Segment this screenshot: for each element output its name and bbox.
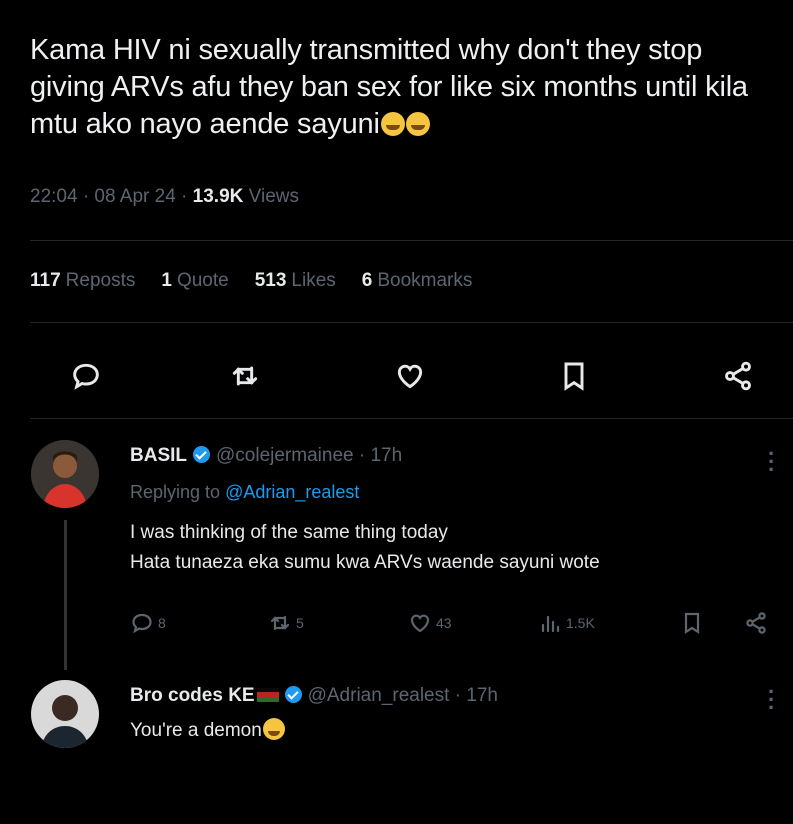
reply-button[interactable] xyxy=(66,356,106,396)
thread-line xyxy=(64,520,67,670)
reply-icon xyxy=(132,613,152,634)
kenya-flag-icon xyxy=(256,688,279,702)
replying-to-handle[interactable]: @Adrian_realest xyxy=(225,482,359,502)
avatar[interactable] xyxy=(31,680,99,748)
reply-count: 8 xyxy=(158,615,166,631)
reply-icon xyxy=(73,363,99,390)
avatar-basil-icon xyxy=(31,440,99,508)
divider xyxy=(30,240,793,241)
bookmarks-stat[interactable]: 6 Bookmarks xyxy=(362,270,473,292)
tweet-action-bar xyxy=(66,356,766,396)
heart-icon xyxy=(410,614,430,633)
repost-count: 5 xyxy=(296,615,304,631)
share-icon xyxy=(725,361,751,391)
more-options-button[interactable]: · · · xyxy=(768,681,775,719)
tweet-timestamp: 22:04 · 08 Apr 24 · xyxy=(30,186,193,207)
repost-icon xyxy=(232,366,258,386)
divider xyxy=(30,322,793,323)
repost-button[interactable]: 5 xyxy=(268,606,304,640)
tweet-views-count: 13.9K xyxy=(192,186,244,207)
reply-text: I was thinking of the same thing today H… xyxy=(130,518,600,578)
grimace-emoji-icon xyxy=(262,718,285,740)
share-button[interactable] xyxy=(718,356,758,396)
bookmark-button[interactable] xyxy=(554,356,594,396)
reply-author-handle[interactable]: @colejermainee · 17h xyxy=(216,445,402,466)
avatar[interactable] xyxy=(31,440,99,508)
verified-badge-icon xyxy=(193,446,210,463)
reply-text-line: Hata tunaeza eka sumu kwa ARVs waende sa… xyxy=(130,552,600,573)
views-bar-icon xyxy=(541,615,560,633)
avatar-brocodes-icon xyxy=(31,680,99,748)
reply-action-bar: 8 5 43 1.5K xyxy=(130,606,780,640)
repost-icon xyxy=(270,615,290,631)
heart-icon xyxy=(397,364,423,389)
like-button[interactable]: 43 xyxy=(408,606,452,640)
replying-to: Replying to @Adrian_realest xyxy=(130,482,360,502)
bookmark-icon xyxy=(684,612,700,635)
tweet-meta: 22:04 · 08 Apr 24 · 13.9K Views xyxy=(30,186,299,208)
reply-button[interactable]: 8 xyxy=(130,606,166,640)
repost-button[interactable] xyxy=(225,356,265,396)
like-button[interactable] xyxy=(390,356,430,396)
tweet-text: Kama HIV ni sexually transmitted why don… xyxy=(30,32,780,143)
share-button[interactable] xyxy=(744,606,768,640)
bookmark-icon xyxy=(564,362,584,391)
reply-author-name[interactable]: BASIL xyxy=(130,445,187,466)
more-icon: · · · xyxy=(768,679,776,720)
reply-author-row: BASIL @colejermainee · 17h xyxy=(130,445,402,467)
more-options-button[interactable]: · · · xyxy=(768,443,775,481)
reply-author-handle[interactable]: @Adrian_realest · 17h xyxy=(308,685,498,706)
reply-text: You're a demon xyxy=(130,716,285,746)
thinking-emoji-icon xyxy=(380,112,405,136)
reply-text-line: I was thinking of the same thing today xyxy=(130,522,448,543)
like-count: 43 xyxy=(436,615,452,631)
quotes-stat[interactable]: 1 Quote xyxy=(161,270,228,292)
bookmark-button[interactable] xyxy=(680,606,704,640)
reply-text-line: You're a demon xyxy=(130,720,262,741)
likes-stat[interactable]: 513 Likes xyxy=(255,270,336,292)
reply-author-name[interactable]: Bro codes KE xyxy=(130,685,255,706)
reply-author-row: Bro codes KE @Adrian_realest · 17h xyxy=(130,685,498,707)
more-icon: · · · xyxy=(768,441,776,482)
engagement-stats: 117 Reposts 1 Quote 513 Likes 6 Bookmarks xyxy=(30,270,472,292)
tweet-views-label: Views xyxy=(243,186,299,207)
verified-badge-icon xyxy=(284,686,302,703)
divider xyxy=(30,418,793,419)
grin-emoji-icon xyxy=(405,112,430,136)
view-count: 1.5K xyxy=(566,615,595,631)
share-icon xyxy=(746,612,766,634)
reposts-stat[interactable]: 117 Reposts xyxy=(30,270,135,292)
views-button[interactable]: 1.5K xyxy=(538,606,595,640)
